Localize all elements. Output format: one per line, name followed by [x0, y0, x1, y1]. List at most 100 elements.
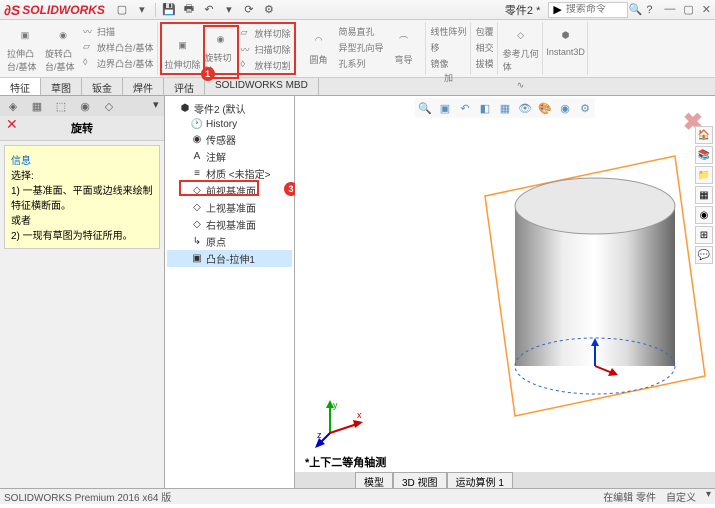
undo-icon[interactable]: ↶: [202, 3, 216, 17]
fillet-button[interactable]: ◠圆角: [301, 23, 337, 71]
tree-origin[interactable]: ↳原点: [167, 233, 292, 250]
sweep-button[interactable]: 〰扫描: [83, 23, 154, 39]
tree-sensors[interactable]: ◉传感器: [167, 131, 292, 148]
panel-tab-display[interactable]: ⬚: [50, 98, 72, 114]
tree-history[interactable]: 🕐History: [167, 117, 292, 131]
status-expand-icon[interactable]: ▾: [706, 489, 711, 504]
extrude-cut-button[interactable]: ▣拉伸切除: [165, 25, 201, 79]
loft-cut-button[interactable]: ▱放样切除: [241, 25, 291, 41]
ds-icon: ∂S: [4, 2, 20, 18]
new-icon[interactable]: ▢: [115, 3, 129, 17]
search-icon[interactable]: 🔍: [628, 3, 642, 17]
panel-tab-dimxpert[interactable]: ◇: [98, 98, 120, 114]
revolve-cut-button[interactable]: ◉旋转切除 1: [203, 25, 239, 79]
search-input[interactable]: [566, 4, 616, 15]
sweep-cut-button[interactable]: 〰扫描切除: [241, 41, 291, 57]
panel-close-icon[interactable]: ✕: [6, 116, 18, 133]
save-icon[interactable]: 💾: [162, 3, 176, 17]
help-icon[interactable]: ?: [642, 3, 656, 17]
tab-sheetmetal[interactable]: 钣金: [82, 78, 123, 95]
panel-tabs: ◈ ▦ ⬚ ◉ ◇: [0, 96, 164, 116]
intersect-button[interactable]: 相交: [476, 39, 494, 55]
tree-top-plane[interactable]: ◇上视基准面: [167, 199, 292, 216]
tree-annotations[interactable]: A注解: [167, 148, 292, 165]
close-icon[interactable]: ✕: [702, 3, 711, 16]
panel-title: 旋转: [0, 116, 164, 141]
ribbon-group-pattern: 线性阵列 移 镜像 加: [428, 22, 471, 75]
hide-show-icon[interactable]: 👁: [517, 100, 533, 116]
ref-geom-button[interactable]: ◇参考几何体: [503, 23, 539, 73]
loft-cut2-button[interactable]: ◊放样切割: [241, 57, 291, 73]
loft-button[interactable]: ▱放样凸台/基体: [83, 39, 154, 55]
tab-motion[interactable]: 运动算例 1: [447, 472, 513, 488]
apply-scene-icon[interactable]: ◉: [557, 100, 573, 116]
prev-view-icon[interactable]: ↶: [457, 100, 473, 116]
tree-root[interactable]: ⬢ 零件2 (默认 2 状认>_显...: [167, 100, 292, 117]
hole-wizard-button[interactable]: 异型孔向导: [339, 39, 384, 55]
status-editing: 在编辑 零件: [603, 489, 656, 504]
rebuild-icon[interactable]: ⟳: [242, 3, 256, 17]
app-logo: ∂S SOLIDWORKS: [4, 2, 105, 18]
tree-extrude1[interactable]: ▣凸台-拉伸1: [167, 250, 292, 267]
panel-tab-feature[interactable]: ◈: [2, 98, 24, 114]
view-settings-icon[interactable]: ⚙: [577, 100, 593, 116]
boundary-button[interactable]: ◊边界凸台/基体: [83, 55, 154, 71]
panel-tab-appearance[interactable]: ◉: [74, 98, 96, 114]
display-style-icon[interactable]: ▦: [497, 100, 513, 116]
svg-text:x: x: [357, 410, 362, 420]
cylinder-model: [475, 146, 715, 426]
mirror-button[interactable]: 镜像: [431, 55, 467, 71]
history-icon: 🕐: [191, 118, 203, 130]
move-button[interactable]: 移: [431, 39, 467, 55]
tab-3dview[interactable]: 3D 视图: [393, 472, 447, 488]
ribbon-group-wrap: 包覆 相交 拔模: [473, 22, 498, 75]
orientation-triad[interactable]: y x z: [315, 398, 365, 448]
quick-access-toolbar: ▢ ▾ 💾 🖶 ↶ ▾ ⟳ ⚙: [115, 3, 276, 17]
property-panel: ◈ ▦ ⬚ ◉ ◇ ✕ 旋转 信息 选择: 1) 一基准面、平面或边线来绘制特征…: [0, 96, 165, 488]
edit-appearance-icon[interactable]: 🎨: [537, 100, 553, 116]
open-icon[interactable]: ▾: [135, 3, 149, 17]
status-custom[interactable]: 自定义: [666, 489, 696, 504]
maximize-icon[interactable]: ▢: [683, 3, 693, 16]
minimize-icon[interactable]: —: [664, 3, 675, 16]
tab-features[interactable]: 特征: [0, 78, 41, 95]
panel-tab-config[interactable]: ▦: [26, 98, 48, 114]
note-icon: A: [191, 151, 203, 163]
zoom-area-icon[interactable]: ▣: [437, 100, 453, 116]
view-orientation-label: *上下二等角轴测: [305, 454, 386, 470]
info-line1: 1) 一基准面、平面或边线来绘制特征横断面。: [11, 182, 153, 212]
status-bar: SOLIDWORKS Premium 2016 x64 版 在编辑 零件 自定义…: [0, 488, 715, 504]
section-icon[interactable]: ◧: [477, 100, 493, 116]
linear-pattern-button[interactable]: 线性阵列: [431, 23, 467, 39]
curve-button[interactable]: ⌒弯导: [386, 23, 422, 71]
info-line2: 2) 一现有草图为特征所用。: [11, 227, 153, 242]
revolve-boss-button[interactable]: ◉旋转凸台/基体: [45, 23, 81, 73]
instant3d-button[interactable]: ⬢Instant3D: [548, 23, 584, 57]
command-tabs: 特征 草图 钣金 焊件 评估 SOLIDWORKS MBD: [0, 78, 715, 96]
tab-evaluate[interactable]: 评估: [164, 78, 205, 95]
material-icon: ≡: [191, 168, 203, 180]
zoom-fit-icon[interactable]: 🔍: [417, 100, 433, 116]
select-icon[interactable]: ▾: [222, 3, 236, 17]
tree-dropdown-icon[interactable]: ▾: [153, 98, 159, 111]
hole-series-button[interactable]: 孔系列: [339, 55, 384, 71]
print-icon[interactable]: 🖶: [182, 3, 196, 17]
tab-mbd[interactable]: SOLIDWORKS MBD: [205, 78, 319, 95]
tab-sketch[interactable]: 草图: [41, 78, 82, 95]
ribbon-group-hole: ◠圆角 简易直孔 异型孔向导 孔系列 ⌒弯导: [298, 22, 426, 75]
tab-model[interactable]: 模型: [355, 472, 393, 488]
extrude-boss-button[interactable]: ▣拉伸凸台/基体: [7, 23, 43, 73]
wrap-button[interactable]: 包覆: [476, 23, 494, 39]
draft-button[interactable]: 拔模: [476, 55, 494, 71]
simple-hole-button[interactable]: 简易直孔: [339, 23, 384, 39]
side-resources-icon[interactable]: 🏠: [695, 126, 713, 144]
add-button[interactable]: 加: [431, 71, 467, 84]
tree-front-plane[interactable]: ◇前视基准面 3: [167, 182, 292, 199]
tab-weldment[interactable]: 焊件: [123, 78, 164, 95]
tree-right-plane[interactable]: ◇右视基准面: [167, 216, 292, 233]
titlebar: ∂S SOLIDWORKS ▢ ▾ 💾 🖶 ↶ ▾ ⟳ ⚙ 零件2 * ▶ 🔍 …: [0, 0, 715, 20]
ribbon: ▣拉伸凸台/基体 ◉旋转凸台/基体 〰扫描 ▱放样凸台/基体 ◊边界凸台/基体 …: [0, 20, 715, 78]
search-box[interactable]: ▶: [548, 2, 628, 18]
graphics-viewport[interactable]: 🔍 ▣ ↶ ◧ ▦ 👁 🎨 ◉ ⚙ ✖ 🏠 📚 📁 ▦ ◉ ⊞ 💬: [295, 96, 715, 488]
options-icon[interactable]: ⚙: [262, 3, 276, 17]
